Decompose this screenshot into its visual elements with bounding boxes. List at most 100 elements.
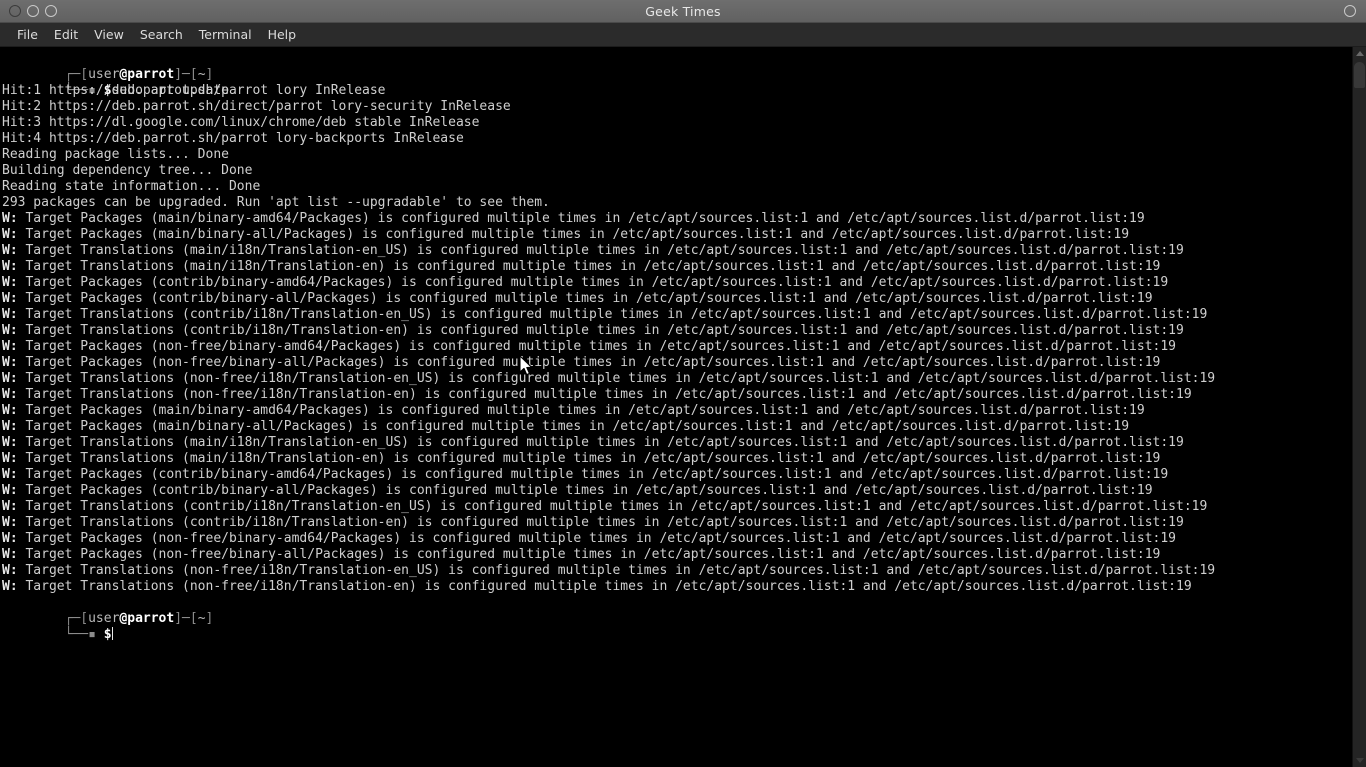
- warning-prefix: W:: [2, 579, 18, 594]
- terminal-line: W: Target Packages (main/binary-amd64/Pa…: [2, 211, 1352, 227]
- vertical-scrollbar[interactable]: [1352, 47, 1366, 767]
- terminal-line: W: Target Translations (non-free/i18n/Tr…: [2, 563, 1352, 579]
- terminal-line: W: Target Translations (non-free/i18n/Tr…: [2, 579, 1352, 595]
- terminal-line: Hit:2 https://deb.parrot.sh/direct/parro…: [2, 99, 1352, 115]
- terminal-line: W: Target Translations (non-free/i18n/Tr…: [2, 387, 1352, 403]
- prompt-bracket-close-2: ]: [174, 611, 183, 626]
- menu-item-help[interactable]: Help: [260, 25, 305, 45]
- warning-prefix: W:: [2, 259, 18, 274]
- prompt-bracket-open-1: [: [80, 67, 89, 82]
- window-titlebar: Geek Times: [0, 0, 1366, 23]
- terminal-line: W: Target Translations (contrib/i18n/Tra…: [2, 307, 1352, 323]
- terminal-window: Geek Times File Edit View Search Termina…: [0, 0, 1366, 767]
- warning-prefix: W:: [2, 451, 18, 466]
- warning-text: Target Translations (non-free/i18n/Trans…: [17, 387, 1192, 402]
- output-text: Building dependency tree... Done: [2, 163, 253, 178]
- scroll-up-arrow-icon[interactable]: [1355, 51, 1364, 56]
- output-text: Reading package lists... Done: [2, 147, 229, 162]
- prompt-corner-top-icon-2: ┌─: [64, 611, 81, 626]
- menu-item-terminal[interactable]: Terminal: [191, 25, 260, 45]
- terminal-line: W: Target Packages (non-free/binary-all/…: [2, 355, 1352, 371]
- prompt-arrow-icon-2: ▪: [88, 627, 96, 642]
- warning-text: Target Packages (contrib/binary-all/Pack…: [17, 291, 1153, 306]
- terminal-line: Hit:1 https://deb.parrot.sh/parrot lory …: [2, 83, 1352, 99]
- output-text: 293 packages can be upgraded. Run 'apt l…: [2, 195, 550, 210]
- terminal-line: Reading package lists... Done: [2, 147, 1352, 163]
- warning-prefix: W:: [2, 515, 18, 530]
- terminal-body[interactable]: ┌─[user@parrot]─[~] └──▪ $sudo apt updat…: [0, 47, 1366, 767]
- terminal-line: W: Target Packages (contrib/binary-all/P…: [2, 291, 1352, 307]
- scroll-down-arrow-icon[interactable]: [1355, 758, 1364, 763]
- prompt-user-1: user: [88, 67, 120, 82]
- warning-prefix: W:: [2, 339, 18, 354]
- warning-prefix: W:: [2, 499, 18, 514]
- terminal-line: W: Target Translations (contrib/i18n/Tra…: [2, 515, 1352, 531]
- terminal-output-lines: Hit:1 https://deb.parrot.sh/parrot lory …: [2, 83, 1352, 595]
- terminal-line: W: Target Packages (main/binary-all/Pack…: [2, 227, 1352, 243]
- warning-text: Target Packages (non-free/binary-amd64/P…: [17, 531, 1177, 546]
- terminal-line: Reading state information... Done: [2, 179, 1352, 195]
- warning-prefix: W:: [2, 563, 18, 578]
- warning-prefix: W:: [2, 467, 18, 482]
- warning-text: Target Translations (main/i18n/Translati…: [17, 259, 1161, 274]
- warning-text: Target Packages (main/binary-all/Package…: [17, 419, 1130, 434]
- terminal-line: W: Target Packages (non-free/binary-amd6…: [2, 339, 1352, 355]
- warning-prefix: W:: [2, 419, 18, 434]
- warning-text: Target Packages (contrib/binary-amd64/Pa…: [17, 467, 1169, 482]
- prompt-path-open-1: [: [189, 67, 198, 82]
- warning-text: Target Packages (contrib/binary-amd64/Pa…: [17, 275, 1169, 290]
- terminal-line: W: Target Packages (main/binary-all/Pack…: [2, 419, 1352, 435]
- terminal-line: W: Target Translations (main/i18n/Transl…: [2, 243, 1352, 259]
- prompt-separator-1: ─: [182, 67, 190, 82]
- output-text: Hit:4 https://deb.parrot.sh/parrot lory-…: [2, 131, 464, 146]
- menu-item-view[interactable]: View: [86, 25, 132, 45]
- window-button-minimize-icon[interactable]: [27, 5, 39, 17]
- warning-text: Target Translations (main/i18n/Translati…: [17, 243, 1184, 258]
- warning-prefix: W:: [2, 547, 18, 562]
- prompt-corner-bottom-icon-2: └──: [64, 627, 89, 642]
- prompt-corner-top-icon: ┌─: [64, 67, 81, 82]
- terminal-line: W: Target Packages (contrib/binary-all/P…: [2, 483, 1352, 499]
- prompt-path-1: ~: [197, 67, 206, 82]
- warning-prefix: W:: [2, 323, 18, 338]
- menubar: File Edit View Search Terminal Help: [0, 23, 1366, 47]
- terminal-line: W: Target Packages (non-free/binary-amd6…: [2, 531, 1352, 547]
- warning-text: Target Packages (main/binary-amd64/Packa…: [17, 211, 1145, 226]
- warning-text: Target Translations (non-free/i18n/Trans…: [17, 579, 1192, 594]
- menu-item-search[interactable]: Search: [132, 25, 191, 45]
- warning-prefix: W:: [2, 435, 18, 450]
- window-button-menu-icon[interactable]: [1344, 5, 1356, 17]
- menu-item-edit[interactable]: Edit: [46, 25, 86, 45]
- prompt-line-top-2: ┌─[user@parrot]─[~]: [2, 595, 1352, 626]
- warning-prefix: W:: [2, 227, 18, 242]
- prompt-path-close-1: ]: [205, 67, 214, 82]
- prompt-bracket-close-1: ]: [174, 67, 183, 82]
- warning-prefix: W:: [2, 355, 18, 370]
- warning-text: Target Translations (contrib/i18n/Transl…: [17, 515, 1184, 530]
- output-text: Hit:2 https://deb.parrot.sh/direct/parro…: [2, 99, 511, 114]
- terminal-line: W: Target Translations (main/i18n/Transl…: [2, 435, 1352, 451]
- warning-prefix: W:: [2, 307, 18, 322]
- terminal-line: 293 packages can be upgraded. Run 'apt l…: [2, 195, 1352, 211]
- terminal-line: W: Target Translations (main/i18n/Transl…: [2, 259, 1352, 275]
- output-text: Hit:3 https://dl.google.com/linux/chrome…: [2, 115, 480, 130]
- terminal-line: W: Target Translations (non-free/i18n/Tr…: [2, 371, 1352, 387]
- prompt-path-open-2: [: [189, 611, 198, 626]
- menu-item-file[interactable]: File: [9, 25, 46, 45]
- warning-text: Target Translations (non-free/i18n/Trans…: [17, 563, 1216, 578]
- warning-text: Target Translations (main/i18n/Translati…: [17, 451, 1161, 466]
- window-button-maximize-icon[interactable]: [45, 5, 57, 17]
- terminal-line: W: Target Translations (contrib/i18n/Tra…: [2, 323, 1352, 339]
- scrollbar-thumb[interactable]: [1354, 62, 1365, 88]
- terminal-line: W: Target Packages (main/binary-amd64/Pa…: [2, 403, 1352, 419]
- terminal-output-area[interactable]: ┌─[user@parrot]─[~] └──▪ $sudo apt updat…: [0, 47, 1352, 767]
- terminal-line: Hit:3 https://dl.google.com/linux/chrome…: [2, 115, 1352, 131]
- terminal-line: Building dependency tree... Done: [2, 163, 1352, 179]
- warning-text: Target Packages (non-free/binary-all/Pac…: [17, 355, 1161, 370]
- prompt-line-top-1: ┌─[user@parrot]─[~]: [2, 51, 1352, 82]
- window-button-close-icon[interactable]: [9, 5, 21, 17]
- warning-prefix: W:: [2, 403, 18, 418]
- prompt-path-2: ~: [197, 611, 206, 626]
- prompt-path-close-2: ]: [205, 611, 214, 626]
- prompt-host-2: @parrot: [119, 611, 175, 626]
